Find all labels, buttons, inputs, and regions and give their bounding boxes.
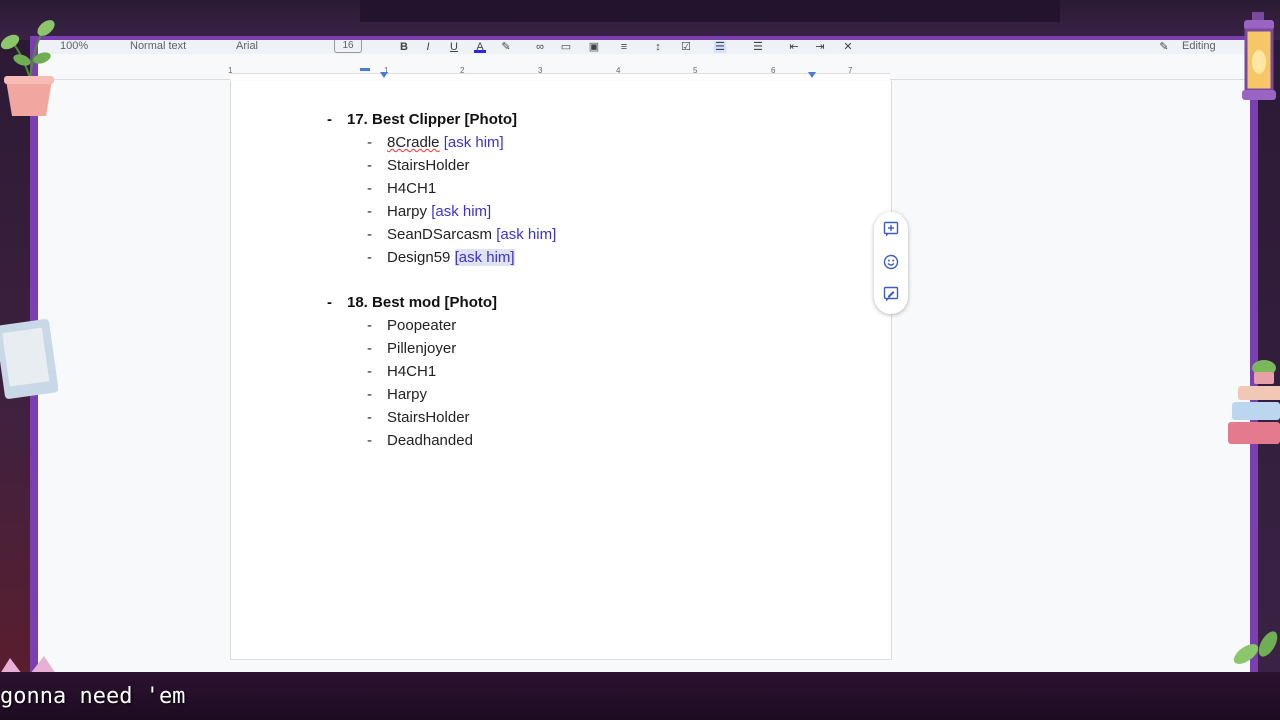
lantern-icon bbox=[1242, 12, 1276, 100]
decrease-indent-icon[interactable]: ⇤ bbox=[788, 41, 800, 53]
increase-indent-icon[interactable]: ⇥ bbox=[814, 41, 826, 53]
ruler: 1 1 2 3 4 5 6 7 bbox=[38, 64, 1250, 80]
text-color-icon[interactable]: A bbox=[474, 41, 486, 53]
item-name: StairsHolder bbox=[387, 409, 470, 426]
section-heading: -18. Best mod [Photo] bbox=[327, 294, 497, 311]
bullet: - bbox=[367, 409, 372, 426]
list-item: - H4CH1 bbox=[367, 363, 436, 380]
ruler-tick: 3 bbox=[538, 66, 543, 75]
emoji-reaction-icon[interactable] bbox=[883, 254, 899, 270]
bullet: - bbox=[367, 203, 372, 220]
ruler-track bbox=[230, 73, 890, 80]
item-note: [ask him] bbox=[496, 226, 557, 243]
ruler-tick: 2 bbox=[460, 66, 465, 75]
ruler-tick: 5 bbox=[693, 66, 698, 75]
stream-caption-bar bbox=[0, 672, 1280, 720]
ruler-tick: 7 bbox=[848, 66, 853, 75]
clear-format-icon[interactable]: ✕ bbox=[842, 41, 854, 53]
bullet: - bbox=[367, 180, 372, 197]
comment-icon[interactable]: ▭ bbox=[560, 41, 572, 53]
italic-icon[interactable]: I bbox=[422, 41, 434, 53]
books-stack-icon bbox=[1228, 360, 1280, 444]
item-name: Harpy bbox=[387, 203, 428, 220]
stream-frame-top bbox=[0, 0, 1280, 40]
list-item: - Pillenjoyer bbox=[367, 340, 456, 357]
document-page[interactable]: -17. Best Clipper [Photo] -8Cradle [ask … bbox=[230, 81, 892, 660]
mode-select[interactable]: Editing bbox=[1182, 40, 1216, 54]
style-select[interactable]: Normal text bbox=[130, 40, 186, 54]
highlight-icon[interactable]: ✎ bbox=[500, 41, 512, 53]
font-select[interactable]: Arial bbox=[236, 40, 258, 54]
bullet: - bbox=[367, 249, 372, 266]
font-size-input[interactable]: 16 bbox=[334, 40, 362, 53]
item-name: Poopeater bbox=[387, 317, 457, 334]
left-indent-marker[interactable] bbox=[380, 72, 388, 78]
bullet: - bbox=[367, 157, 372, 174]
item-name: Harpy bbox=[387, 386, 428, 403]
bullet: - bbox=[367, 226, 372, 243]
bullet: - bbox=[367, 386, 372, 403]
cat-ears-icon bbox=[0, 656, 56, 674]
checklist-icon[interactable]: ☑ bbox=[680, 41, 692, 53]
side-action-panel bbox=[874, 212, 908, 314]
leaf-plant-icon bbox=[1233, 631, 1278, 664]
image-icon[interactable]: ▣ bbox=[588, 41, 600, 53]
list-item: - Poopeater bbox=[367, 317, 456, 334]
list-item: - Harpy bbox=[367, 386, 427, 403]
list-item: - Harpy [ask him] bbox=[367, 203, 491, 220]
numbered-list-icon[interactable]: ☰ bbox=[752, 41, 764, 53]
ruler-tick: 6 bbox=[771, 66, 776, 75]
list-item: - StairsHolder bbox=[367, 409, 470, 426]
right-indent-marker[interactable] bbox=[808, 72, 816, 78]
bullet: - bbox=[367, 363, 372, 380]
item-name: 8Cradle bbox=[387, 134, 440, 151]
align-icon[interactable]: ≡ bbox=[618, 41, 630, 53]
bullet: - bbox=[367, 317, 372, 334]
line-spacing-icon[interactable]: ↕ bbox=[652, 41, 664, 53]
item-note-selected[interactable]: [ask him] bbox=[454, 249, 515, 266]
picture-frame-icon bbox=[0, 319, 58, 399]
list-item: - Deadhanded bbox=[367, 432, 473, 449]
heading-text: 17. Best Clipper [Photo] bbox=[347, 111, 518, 128]
bullet-list-icon[interactable]: ☰ bbox=[714, 41, 726, 53]
section-heading: -17. Best Clipper [Photo] bbox=[327, 111, 517, 128]
item-name: StairsHolder bbox=[387, 157, 470, 174]
bullet: - bbox=[327, 111, 332, 128]
link-icon[interactable]: ∞ bbox=[534, 41, 546, 53]
list-item: - Design59 [ask him] bbox=[367, 249, 515, 266]
add-comment-icon[interactable] bbox=[883, 221, 899, 237]
list-item: - H4CH1 bbox=[367, 180, 436, 197]
pencil-icon[interactable]: ✎ bbox=[1158, 41, 1170, 53]
stream-caption: gonna need 'em bbox=[0, 684, 186, 709]
ruler-tick: 4 bbox=[616, 66, 621, 75]
ruler-tick: 1 bbox=[228, 66, 233, 75]
heading-text: 18. Best mod [Photo] bbox=[347, 294, 498, 311]
item-name: Deadhanded bbox=[387, 432, 473, 449]
list-item: - StairsHolder bbox=[367, 157, 470, 174]
suggest-edit-icon[interactable] bbox=[883, 286, 899, 302]
list-item: - SeanDSarcasm [ask him] bbox=[367, 226, 556, 243]
item-name: Pillenjoyer bbox=[387, 340, 457, 357]
bullet: - bbox=[367, 134, 372, 151]
bold-icon[interactable]: B bbox=[398, 41, 410, 53]
bullet: - bbox=[367, 340, 372, 357]
item-name: H4CH1 bbox=[387, 363, 437, 380]
frame-top-bar bbox=[360, 0, 1060, 22]
item-note: [ask him] bbox=[431, 203, 492, 220]
potted-plant-icon bbox=[0, 20, 55, 116]
item-name: H4CH1 bbox=[387, 180, 437, 197]
item-name: SeanDSarcasm bbox=[387, 226, 493, 243]
list-item: -8Cradle [ask him] bbox=[367, 134, 504, 151]
bullet: - bbox=[367, 432, 372, 449]
item-name: Design59 bbox=[387, 249, 451, 266]
underline-icon[interactable]: U bbox=[448, 41, 460, 53]
docs-toolbar: 100% Normal text Arial 16 B I U A ✎ ∞ ▭ … bbox=[38, 40, 1250, 54]
first-indent-marker[interactable] bbox=[360, 68, 370, 71]
item-note: [ask him] bbox=[443, 134, 504, 151]
zoom-select[interactable]: 100% bbox=[60, 40, 88, 54]
bullet: - bbox=[327, 294, 332, 311]
docs-app: 100% Normal text Arial 16 B I U A ✎ ∞ ▭ … bbox=[38, 40, 1250, 672]
